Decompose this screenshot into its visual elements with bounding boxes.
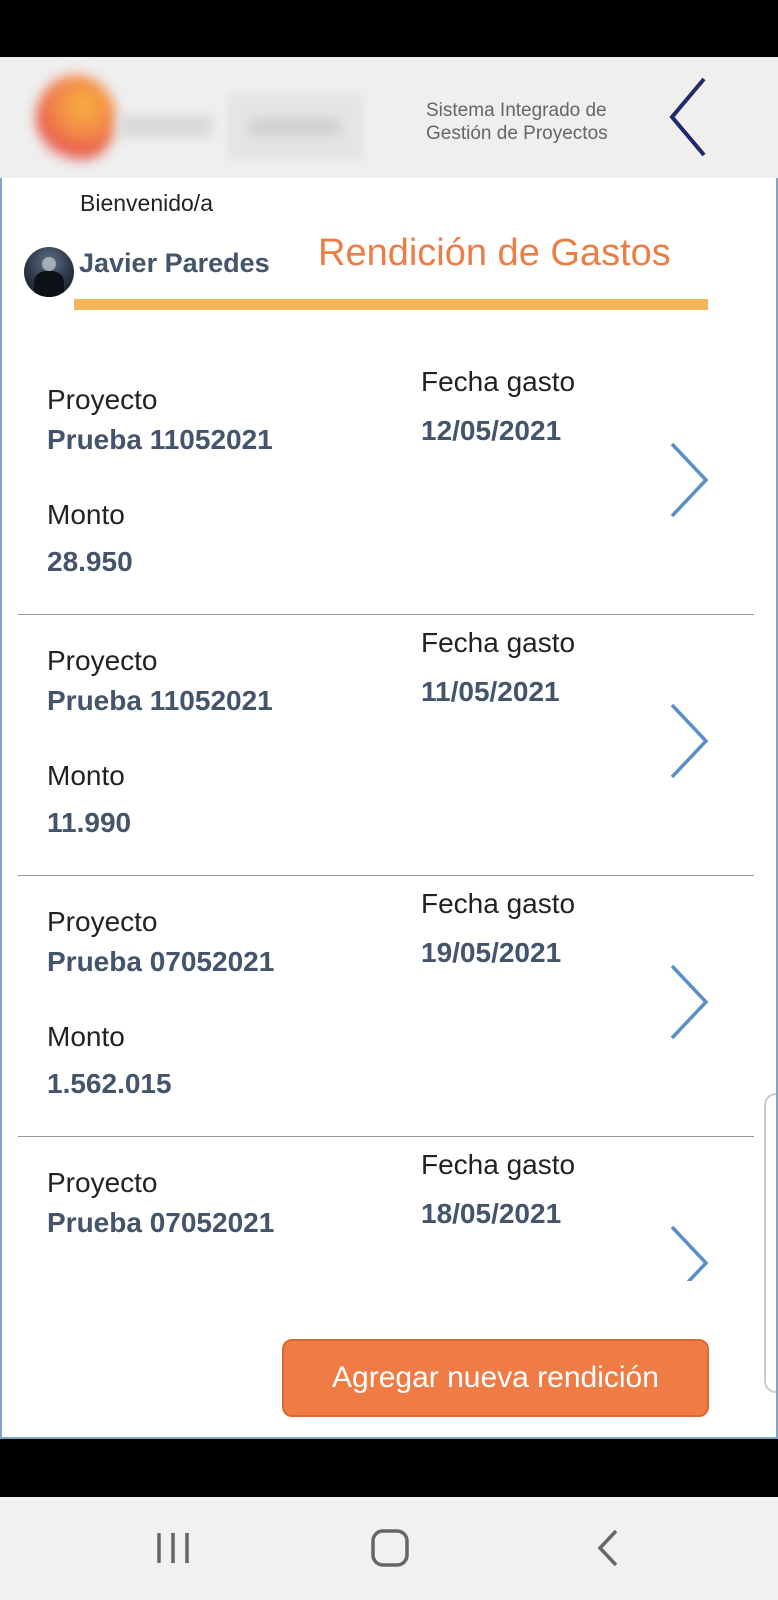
system-navigation-bar [0,1497,778,1600]
date-value: 11/05/2021 [421,676,560,707]
chevron-left-icon [669,77,706,157]
date-value: 19/05/2021 [421,937,562,968]
page-title: Rendición de Gastos [318,232,671,274]
back-icon [597,1529,618,1567]
project-value: Prueba 11052021 [47,424,273,455]
expense-list[interactable]: Proyecto Prueba 11052021 Monto 28.950 Fe… [18,354,754,1281]
expense-card[interactable]: Proyecto Prueba 07052021 Monto Fecha gas… [18,1137,754,1281]
chevron-right-icon [670,964,709,1040]
amount-label: Monto [47,499,125,530]
open-expense-button[interactable] [666,701,712,781]
project-value: Prueba 07052021 [47,1207,275,1238]
project-label: Proyecto [47,906,158,937]
main-content: Bienvenido/a Javier Paredes Rendición de… [0,178,778,1439]
home-icon [371,1529,409,1567]
amount-label: Monto [47,760,125,791]
organization-logo [36,75,116,163]
chevron-right-icon [670,442,709,518]
system-title-line-1: Sistema Integrado de [426,100,607,121]
header-back-button[interactable] [666,75,716,159]
welcome-text: Bienvenido/a [80,190,213,216]
date-value: 12/05/2021 [421,415,562,446]
amount-value: 11.990 [47,807,132,838]
open-expense-button[interactable] [666,1223,712,1281]
system-title-line-2: Gestión de Proyectos [426,123,608,144]
project-label: Proyecto [47,1167,158,1198]
project-label: Proyecto [47,645,158,676]
amount-value: 1.562.015 [47,1068,172,1099]
title-underline [74,299,708,310]
project-value: Prueba 11052021 [47,685,273,716]
user-name: Javier Paredes [79,248,270,278]
expense-card[interactable]: Proyecto Prueba 07052021 Monto 1.562.015… [18,876,754,1137]
project-label: Proyecto [47,384,158,415]
date-label: Fecha gasto [421,366,576,397]
date-value: 18/05/2021 [421,1198,562,1229]
logo-text-blurred [118,115,213,137]
status-bar [0,0,778,57]
back-button[interactable] [586,1525,632,1571]
recent-apps-button[interactable] [150,1525,196,1571]
app-header: Sistema Integrado de Gestión de Proyecto… [0,57,778,178]
date-label: Fecha gasto [421,888,576,919]
system-title: Sistema Integrado de Gestión de Proyecto… [426,99,636,145]
secondary-logo-blurred [228,93,363,161]
open-expense-button[interactable] [666,962,712,1042]
avatar [24,247,74,297]
expense-card[interactable]: Proyecto Prueba 11052021 Monto 11.990 Fe… [18,615,754,876]
expense-card[interactable]: Proyecto Prueba 11052021 Monto 28.950 Fe… [18,354,754,615]
app-screen: Sistema Integrado de Gestión de Proyecto… [0,0,778,1600]
home-button[interactable] [367,1525,413,1571]
amount-value: 28.950 [47,546,133,577]
date-label: Fecha gasto [421,627,576,658]
amount-label: Monto [47,1021,125,1052]
recent-apps-icon [157,1533,189,1563]
chevron-right-icon [670,703,709,779]
chevron-right-icon [670,1225,709,1281]
open-expense-button[interactable] [666,440,712,520]
scrollbar[interactable] [764,1093,776,1393]
date-label: Fecha gasto [421,1149,576,1180]
add-expense-button[interactable]: Agregar nueva rendición [282,1339,709,1417]
project-value: Prueba 07052021 [47,946,275,977]
